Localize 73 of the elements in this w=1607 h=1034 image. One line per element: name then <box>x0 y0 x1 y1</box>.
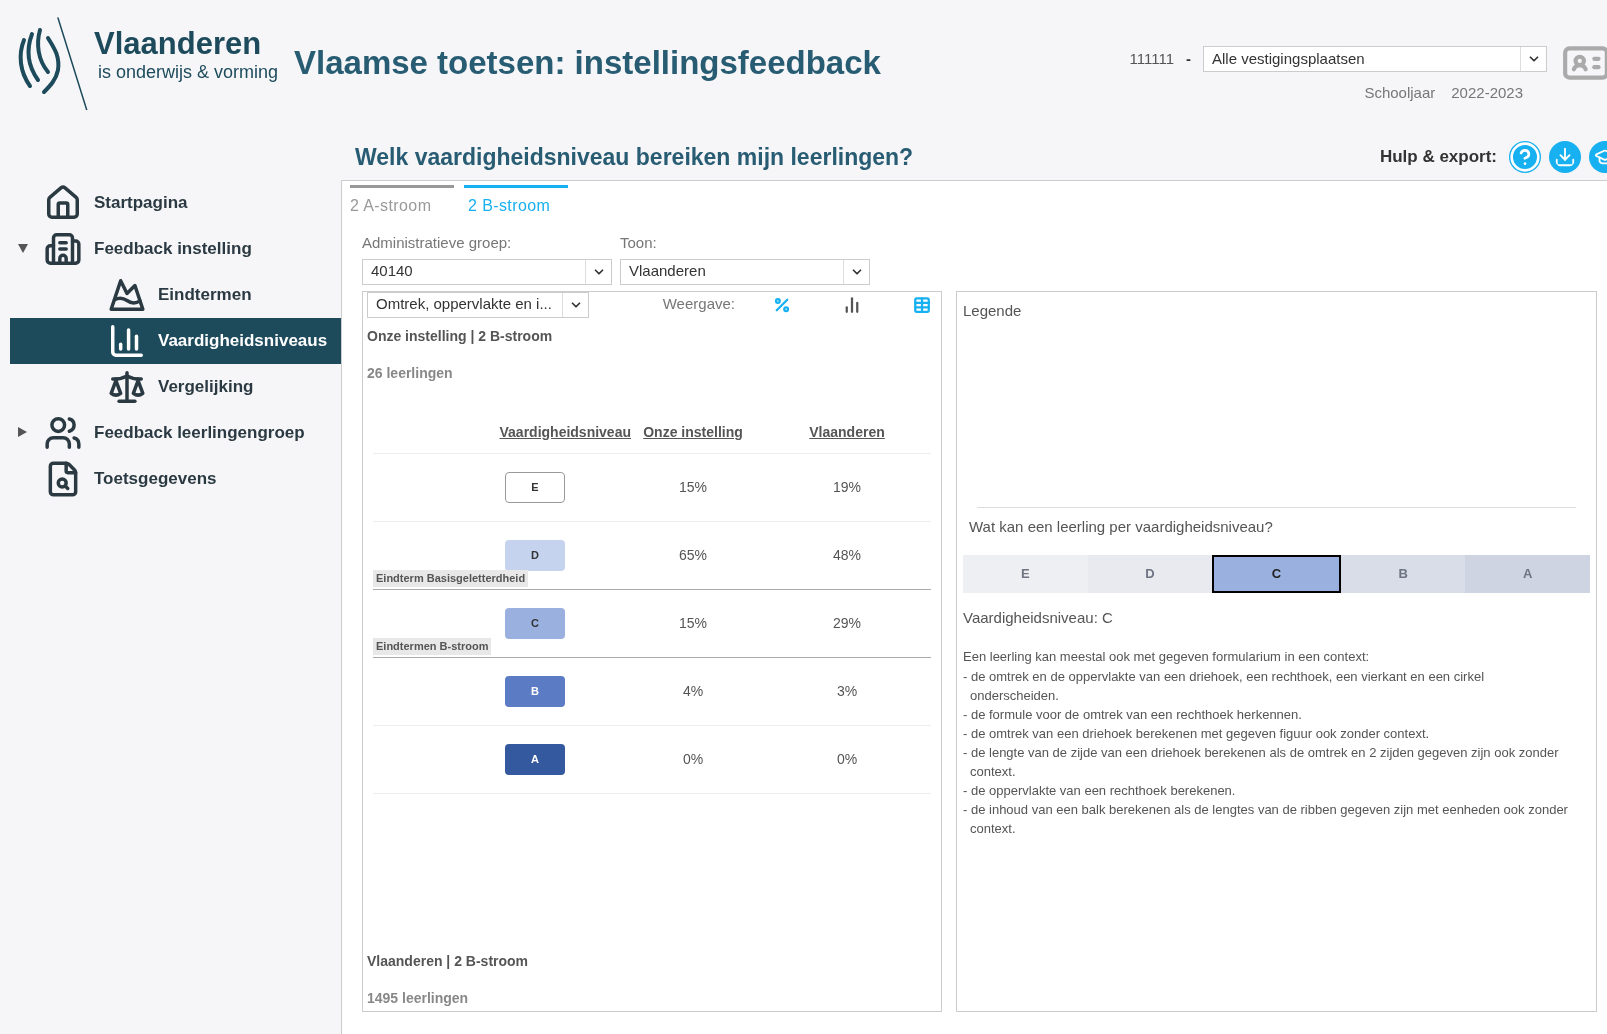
app-title: Vlaamse toetsen: instellingsfeedback <box>294 43 881 83</box>
building-icon <box>44 230 82 268</box>
level-question: Wat kan een leerling per vaardigheidsniveau? <box>969 517 1274 537</box>
table-cell-text: 48% <box>833 545 861 565</box>
bar-chart-icon <box>108 322 146 360</box>
level-badge: B <box>505 675 565 707</box>
location-dropdown[interactable]: Alle vestigingsplaatsen <box>1203 46 1547 72</box>
help-export-label: Hulp & export: <box>1379 146 1497 169</box>
sidebar-item[interactable]: Vaardigheidsniveaus <box>10 318 341 364</box>
table-cell-text: 65% <box>679 545 707 565</box>
people-icon <box>44 414 82 452</box>
sidebar-item[interactable]: Startpagina <box>10 180 341 226</box>
help-icon[interactable] <box>1509 141 1541 173</box>
download-icon[interactable] <box>1549 141 1581 173</box>
logo-tagline: is onderwijs & vorming <box>97 61 279 84</box>
table-cell-text: 19% <box>833 477 861 497</box>
student-count: 26 leerlingen <box>367 363 454 383</box>
column-header[interactable]: Vaardigheidsniveau <box>499 421 631 443</box>
student-count: 1495 leerlingen <box>367 989 470 1008</box>
sidebar-item[interactable]: Feedback leerlingengroep <box>10 410 341 456</box>
display-label: Weergave: <box>662 294 735 315</box>
filter-dropdown[interactable]: Vlaanderen <box>620 258 870 285</box>
mountain-icon <box>108 276 146 314</box>
level-tab[interactable]: D <box>1087 554 1213 593</box>
table-cell-text: 15% <box>679 613 707 633</box>
level-description-item: - de oppervlakte van een rechthoek berekenen. <box>963 781 1237 800</box>
separator-text: - <box>1186 48 1191 69</box>
level-badge: E <box>505 471 565 503</box>
level-badge: C <box>505 607 565 639</box>
percent-icon[interactable] <box>773 295 791 314</box>
eindterm-tag: Eindterm Basisgeletterdheid <box>373 570 529 587</box>
legend-title: Legende <box>963 300 1023 321</box>
eindterm-tag: Eindtermen B-stroom <box>373 638 492 655</box>
level-badge: D <box>505 539 565 571</box>
table-cell-text: 0% <box>682 749 704 769</box>
level-description-item: - de omtrek en de oppervlakte van een driehoek, een rechthoek, een vierkant en een cirkel onderscheiden. <box>963 667 1486 705</box>
institution-number: 111111 <box>1129 48 1174 69</box>
table-icon[interactable] <box>913 295 931 314</box>
sidebar-item[interactable]: Toetsgegevens <box>10 456 341 502</box>
bar-chart-icon[interactable] <box>843 295 861 314</box>
filter-label: Administratieve groep: <box>362 233 513 253</box>
expanded-triangle-icon[interactable] <box>18 244 28 253</box>
group-title: Onze instelling | 2 B-stroom <box>367 326 554 346</box>
table-cell-text: 3% <box>836 681 858 701</box>
table-cell-text: 0% <box>836 749 858 769</box>
sidebar-item[interactable]: Eindtermen <box>10 272 341 318</box>
filter-dropdown[interactable]: 40140 <box>362 258 612 285</box>
level-description-item: - de lengte van de zijde van een driehoek berekenen als de omtrek en 2 zijden gegeven zijn ook zonder context. <box>963 743 1560 781</box>
collapsed-triangle-icon[interactable] <box>18 427 27 437</box>
level-description-item: - de omtrek van een driehoek berekenen met gegeven figuur ook zonder context. <box>963 724 1431 743</box>
column-header[interactable]: Onze instelling <box>643 421 743 443</box>
level-description-item: - de inhoud van een balk berekenen als de lengtes van de ribben gegeven zijn met eenheden ook zonder context. <box>963 800 1569 838</box>
level-tab[interactable]: C <box>1212 554 1341 593</box>
level-tab[interactable]: E <box>963 554 1088 593</box>
level-description-item: - de formule voor de omtrek van een rechthoek herkennen. <box>963 705 1303 724</box>
house-icon <box>44 184 82 222</box>
sidebar-item[interactable]: Vergelijking <box>10 364 341 410</box>
table-cell-text: 4% <box>682 681 704 701</box>
group-title: Vlaanderen | 2 B-stroom <box>367 952 530 971</box>
filter-label: Toon: <box>620 233 658 253</box>
scale-icon <box>108 368 146 406</box>
column-header[interactable]: Vlaanderen <box>809 421 885 443</box>
table-cell-text: 29% <box>833 613 861 633</box>
level-title: Vaardigheidsniveau: C <box>963 607 1114 628</box>
schoolyear-value: 2022-2023 <box>1451 83 1523 103</box>
page-heading: Welk vaardigheidsniveau bereiken mijn leerlingen? <box>355 142 914 172</box>
schoolyear-label: Schooljaar <box>1364 83 1436 103</box>
level-description-intro: Een leerling kan meestal ook met gegeven formularium in een context: <box>963 648 1371 666</box>
table-cell-text: 15% <box>679 477 707 497</box>
sidebar-item[interactable]: Feedback instelling <box>10 226 341 272</box>
subject-dropdown[interactable]: Omtrek, oppervlakte en i... <box>367 291 589 318</box>
logo-name: Vlaanderen <box>94 28 263 59</box>
level-badge: A <box>505 743 565 775</box>
